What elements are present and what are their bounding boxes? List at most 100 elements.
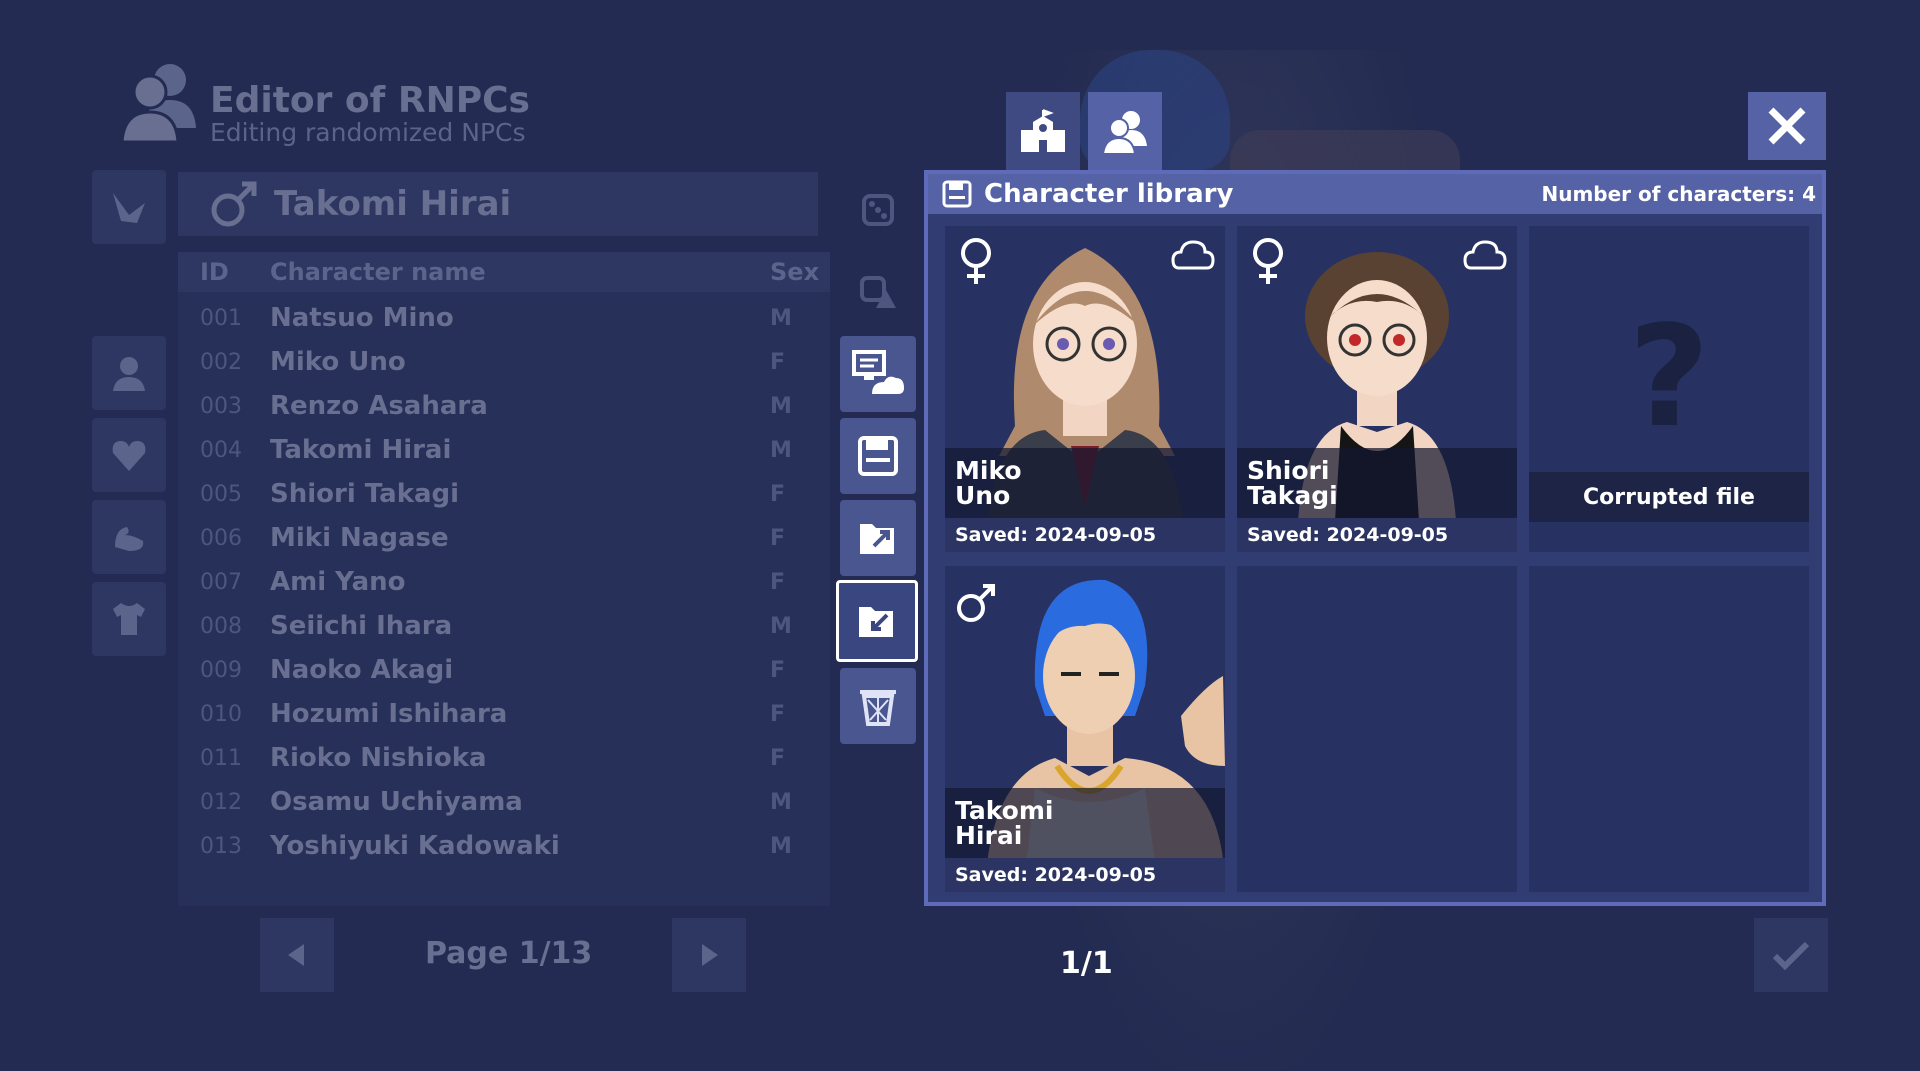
row-sex: M bbox=[770, 613, 792, 639]
column-id: ID bbox=[200, 258, 229, 286]
sidebar-clothes-button[interactable] bbox=[92, 582, 166, 656]
row-name: Miki Nagase bbox=[270, 523, 449, 553]
export-button[interactable] bbox=[840, 500, 916, 576]
list-item[interactable]: 001 Natsuo Mino M bbox=[178, 296, 830, 340]
row-sex: M bbox=[770, 305, 792, 331]
male-icon bbox=[211, 181, 257, 227]
library-slot-empty[interactable] bbox=[1529, 566, 1809, 892]
row-sex: F bbox=[770, 657, 786, 683]
confirm-button[interactable] bbox=[1754, 918, 1828, 992]
row-id: 003 bbox=[200, 393, 242, 419]
row-sex: M bbox=[770, 393, 792, 419]
computer-cloud-icon bbox=[852, 350, 904, 394]
tool-button[interactable] bbox=[92, 170, 166, 244]
row-sex: F bbox=[770, 481, 786, 507]
sidebar-strength-button[interactable] bbox=[92, 500, 166, 574]
delete-button[interactable] bbox=[840, 668, 916, 744]
tab-school[interactable] bbox=[1006, 92, 1080, 170]
row-name: Ami Yano bbox=[270, 567, 406, 597]
import-folder-icon bbox=[859, 607, 893, 637]
list-item[interactable]: 004 Takomi Hirai M bbox=[178, 428, 830, 472]
row-name: Takomi Hirai bbox=[270, 435, 452, 465]
row-name: Miko Uno bbox=[270, 347, 406, 377]
save-disk-icon bbox=[942, 180, 972, 208]
library-slot-corrupted[interactable]: ? Corrupted file bbox=[1529, 226, 1809, 552]
female-icon bbox=[1253, 238, 1283, 284]
prev-page-button[interactable] bbox=[260, 918, 334, 992]
list-item[interactable]: 002 Miko Uno F bbox=[178, 340, 830, 384]
row-id: 010 bbox=[200, 701, 242, 727]
row-id: 002 bbox=[200, 349, 242, 375]
row-id: 005 bbox=[200, 481, 242, 507]
row-sex: F bbox=[770, 525, 786, 551]
save-button[interactable] bbox=[840, 418, 916, 494]
library-slot-shiori-takagi[interactable]: Shiori Takagi Saved: 2024-09-05 bbox=[1237, 226, 1517, 552]
row-id: 007 bbox=[200, 569, 242, 595]
sidebar-profile-button[interactable] bbox=[92, 336, 166, 410]
row-name: Natsuo Mino bbox=[270, 303, 454, 333]
list-header: ID Character name Sex bbox=[178, 252, 830, 292]
row-sex: M bbox=[770, 789, 792, 815]
list-item[interactable]: 007 Ami Yano F bbox=[178, 560, 830, 604]
cloud-icon bbox=[1463, 240, 1507, 270]
character-count: Number of characters: 4 bbox=[1541, 182, 1816, 206]
row-id: 013 bbox=[200, 833, 242, 859]
row-name: Renzo Asahara bbox=[270, 391, 488, 421]
list-item[interactable]: 009 Naoko Akagi F bbox=[178, 648, 830, 692]
cloud-sync-button[interactable] bbox=[840, 336, 916, 412]
close-button[interactable] bbox=[1748, 92, 1826, 160]
male-icon bbox=[957, 584, 995, 622]
slot-saved-date: Saved: 2024-09-05 bbox=[945, 858, 1225, 892]
list-item[interactable]: 005 Shiori Takagi F bbox=[178, 472, 830, 516]
corrupted-file-label: Corrupted file bbox=[1529, 472, 1809, 522]
next-page-button[interactable] bbox=[672, 918, 746, 992]
selected-character-name: Takomi Hirai bbox=[274, 184, 512, 224]
list-item[interactable]: 006 Miki Nagase F bbox=[178, 516, 830, 560]
dice-icon[interactable] bbox=[848, 180, 908, 240]
trash-icon bbox=[860, 690, 896, 726]
column-sex: Sex bbox=[770, 258, 820, 286]
row-sex: F bbox=[770, 701, 786, 727]
list-item[interactable]: 012 Osamu Uchiyama M bbox=[178, 780, 830, 824]
row-name: Shiori Takagi bbox=[270, 479, 460, 509]
row-id: 009 bbox=[200, 657, 242, 683]
cloud-icon bbox=[1171, 240, 1215, 270]
person-icon bbox=[113, 357, 145, 391]
list-rows: 001 Natsuo Mino M 002 Miko Uno F 003 Renzo Asah… bbox=[178, 292, 830, 868]
list-item[interactable]: 011 Rioko Nishioka F bbox=[178, 736, 830, 780]
import-button[interactable] bbox=[836, 580, 918, 662]
list-item[interactable]: 003 Renzo Asahara M bbox=[178, 384, 830, 428]
row-name: Osamu Uchiyama bbox=[270, 787, 523, 817]
tab-characters[interactable] bbox=[1088, 92, 1162, 170]
page-label: Page 1/13 bbox=[425, 936, 593, 971]
slot-name: Takomi Hirai bbox=[945, 788, 1225, 858]
row-sex: F bbox=[770, 745, 786, 771]
sidebar-heart-button[interactable] bbox=[92, 418, 166, 492]
row-id: 012 bbox=[200, 789, 242, 815]
library-slot-miko-uno[interactable]: Miko Uno Saved: 2024-09-05 bbox=[945, 226, 1225, 552]
page-subtitle: Editing randomized NPCs bbox=[210, 118, 526, 147]
question-mark-icon: ? bbox=[1628, 296, 1710, 459]
library-title: Character library bbox=[984, 179, 1234, 209]
slot-name: Miko Uno bbox=[945, 448, 1225, 518]
row-id: 001 bbox=[200, 305, 242, 331]
row-name: Naoko Akagi bbox=[270, 655, 454, 685]
dice-warning-icon[interactable] bbox=[848, 262, 908, 322]
row-id: 006 bbox=[200, 525, 242, 551]
close-icon bbox=[1768, 107, 1806, 145]
slot-saved-date: Saved: 2024-09-05 bbox=[1237, 518, 1517, 552]
row-id: 008 bbox=[200, 613, 242, 639]
list-item[interactable]: 008 Seiichi Ihara M bbox=[178, 604, 830, 648]
row-name: Yoshiyuki Kadowaki bbox=[270, 831, 560, 861]
row-sex: M bbox=[770, 833, 792, 859]
heart-icon bbox=[112, 441, 146, 471]
row-id: 004 bbox=[200, 437, 242, 463]
row-sex: F bbox=[770, 349, 786, 375]
slot-last-name: Uno bbox=[955, 481, 1011, 510]
library-slot-takomi-hirai[interactable]: Takomi Hirai Saved: 2024-09-05 bbox=[945, 566, 1225, 892]
list-item[interactable]: 010 Hozumi Ishihara F bbox=[178, 692, 830, 736]
school-icon bbox=[1021, 109, 1065, 152]
female-icon bbox=[961, 238, 991, 284]
list-item[interactable]: 013 Yoshiyuki Kadowaki M bbox=[178, 824, 830, 868]
library-slot-empty[interactable] bbox=[1237, 566, 1517, 892]
